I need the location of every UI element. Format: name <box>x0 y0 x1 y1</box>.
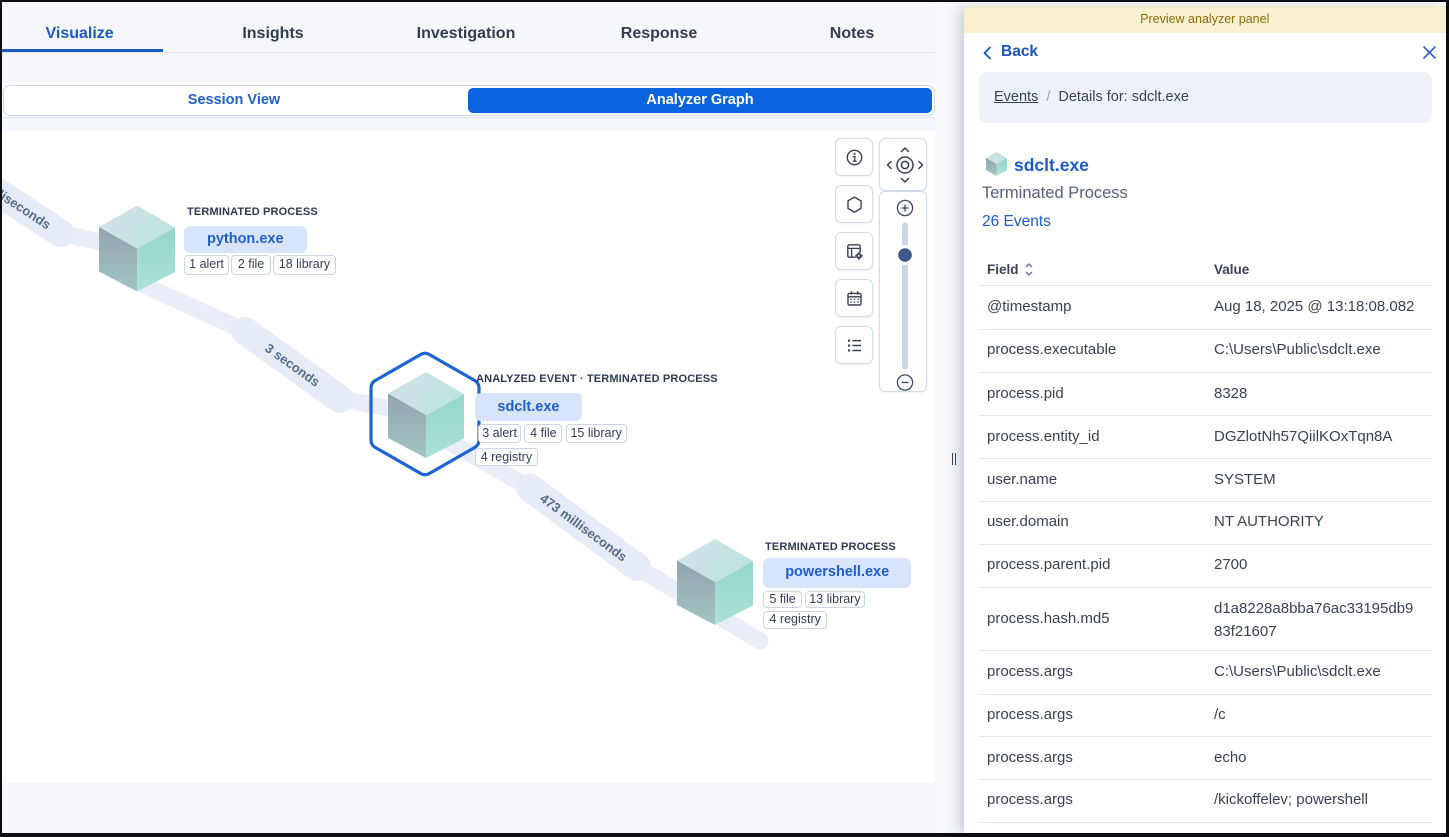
svg-text:473 milliseconds: 473 milliseconds <box>537 491 630 565</box>
